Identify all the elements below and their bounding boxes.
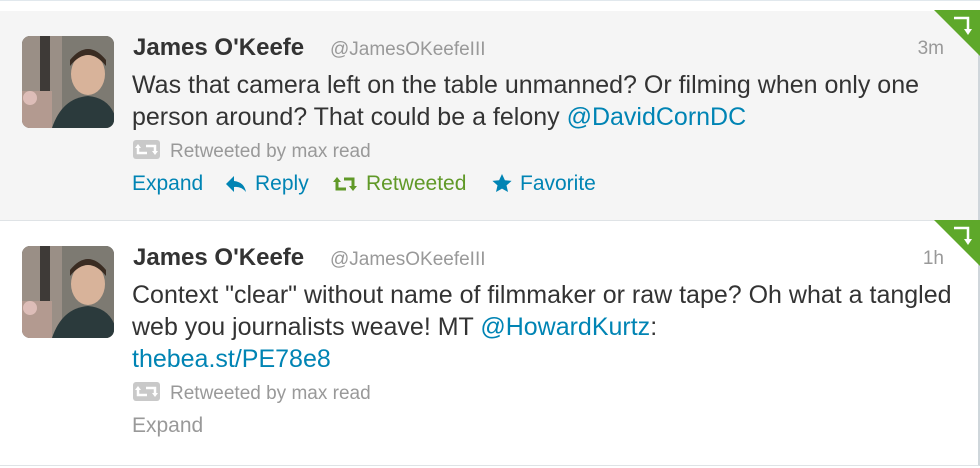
tweet[interactable]: James O'Keefe @JamesOKeefeIII 1h Context… xyxy=(0,220,980,466)
retweet-icon xyxy=(132,381,161,408)
tweet-text: Context "clear" without name of filmmake… xyxy=(132,279,952,375)
mention-link[interactable]: @DavidCornDC xyxy=(567,103,747,131)
tweet-text-punctuation: : xyxy=(650,313,658,341)
retweet-context: Retweeted by max read xyxy=(132,139,371,163)
favorite-label: Favorite xyxy=(520,172,596,195)
tweet[interactable]: James O'Keefe @JamesOKeefeIII 3m Was tha… xyxy=(0,10,980,221)
retweet-context-label: Retweeted by max read xyxy=(170,383,371,404)
reply-button[interactable]: Reply xyxy=(225,172,309,196)
reply-icon xyxy=(226,176,246,192)
retweet-corner-badge-icon xyxy=(934,10,980,56)
retweet-context: Retweeted by max read xyxy=(132,381,371,405)
retweeted-label: Retweeted xyxy=(366,172,467,195)
tweet-author-name[interactable]: James O'Keefe xyxy=(133,244,304,272)
expand-link[interactable]: Expand xyxy=(132,414,203,438)
expand-link[interactable]: Expand xyxy=(132,172,203,196)
favorite-button[interactable]: Favorite xyxy=(492,172,596,196)
tweet-header: James O'Keefe @JamesOKeefeIII 1h xyxy=(133,242,944,276)
url-link[interactable]: thebea.st/PE78e8 xyxy=(132,345,331,373)
tweet-author-name[interactable]: James O'Keefe xyxy=(133,34,304,62)
mention-link[interactable]: @HowardKurtz xyxy=(480,313,650,341)
avatar[interactable] xyxy=(22,246,114,338)
retweet-corner-badge-icon xyxy=(934,220,980,266)
reply-label: Reply xyxy=(255,172,309,195)
retweet-context-label: Retweeted by max read xyxy=(170,141,371,162)
star-icon xyxy=(492,174,512,192)
avatar[interactable] xyxy=(22,36,114,128)
tweet-header: James O'Keefe @JamesOKeefeIII 3m xyxy=(133,32,944,66)
retweet-icon xyxy=(333,177,357,191)
retweeted-button[interactable]: Retweeted xyxy=(332,172,466,196)
tweet-text-body: Was that camera left on the table unmann… xyxy=(132,71,920,131)
tweet-text: Was that camera left on the table unmann… xyxy=(132,69,952,133)
timeline: James O'Keefe @JamesOKeefeIII 3m Was tha… xyxy=(0,0,980,468)
tweet-author-username[interactable]: @JamesOKeefeIII xyxy=(330,39,486,61)
tweet-author-username[interactable]: @JamesOKeefeIII xyxy=(330,249,486,271)
retweet-icon xyxy=(132,139,161,166)
